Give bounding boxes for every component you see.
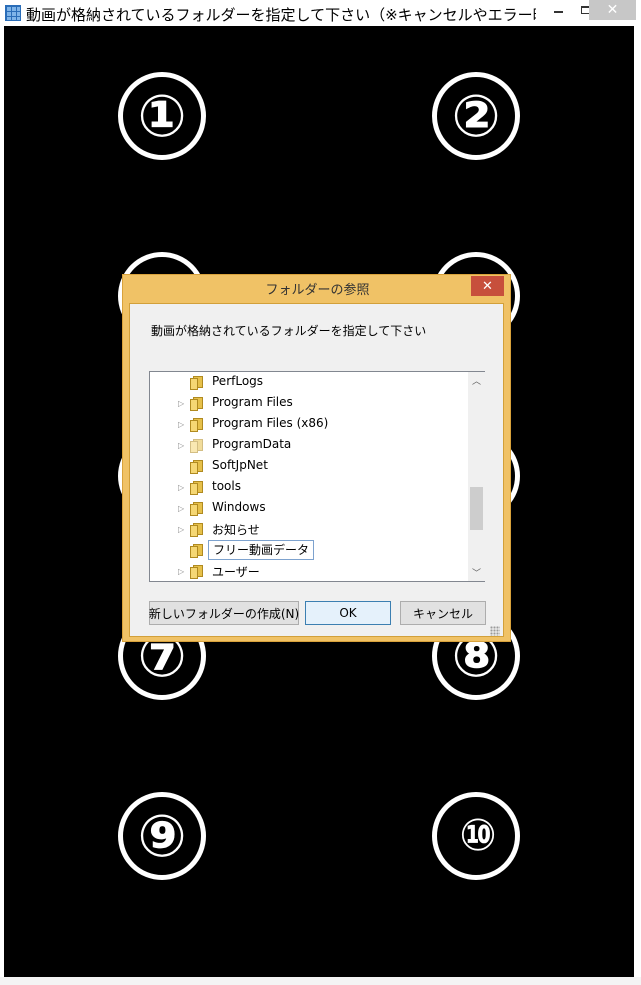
folder-icon xyxy=(190,439,204,453)
tree-item[interactable]: ▷ Program Files (x86) xyxy=(150,414,466,435)
tree-item-selected[interactable]: フリー動画データ xyxy=(150,540,466,561)
tree-item-label: Windows xyxy=(212,500,266,514)
tree-scrollbar[interactable]: ︿ ﹀ xyxy=(468,372,485,581)
tree-item[interactable]: ▷ tools xyxy=(150,477,466,498)
tree-item-label: お知らせ xyxy=(212,523,260,537)
scroll-thumb[interactable] xyxy=(470,487,483,530)
tree-item-label: SoftJpNet xyxy=(212,458,268,472)
window-close-button[interactable]: ✕ xyxy=(589,0,636,20)
dialog-title: フォルダーの参照 xyxy=(265,283,370,298)
dialog-close-button[interactable]: ✕ xyxy=(471,276,504,296)
folder-icon xyxy=(190,565,204,579)
folder-icon xyxy=(190,397,204,411)
window-title: 動画が格納されているフォルダーを指定して下さい（※キャンセルやエラー時は終了）… xyxy=(26,6,536,24)
scroll-up-arrow-icon[interactable]: ︿ xyxy=(468,372,485,389)
folder-icon xyxy=(190,460,204,474)
expand-arrow-icon[interactable]: ▷ xyxy=(178,526,186,534)
minimize-icon xyxy=(554,11,563,13)
app-grid-icon xyxy=(5,5,21,21)
new-folder-button[interactable]: 新しいフォルダーの作成(N) xyxy=(149,601,299,625)
tree-item-label: Program Files (x86) xyxy=(212,416,329,430)
expand-arrow-icon[interactable]: ▷ xyxy=(178,484,186,492)
tree-item-label: PerfLogs xyxy=(212,374,264,388)
tree-item[interactable]: ▷ お知らせ xyxy=(150,519,466,540)
folder-icon xyxy=(190,376,204,390)
circle-9: ⑨ xyxy=(118,792,206,880)
expand-arrow-icon[interactable]: ▷ xyxy=(178,442,186,450)
expand-arrow-icon[interactable]: ▷ xyxy=(178,505,186,513)
resize-grip-icon[interactable] xyxy=(490,626,500,636)
tree-item-label: ユーザー xyxy=(212,565,260,579)
tree-item[interactable]: ▷ ユーザー xyxy=(150,561,466,582)
window-titlebar: 動画が格納されているフォルダーを指定して下さい（※キャンセルやエラー時は終了）…… xyxy=(0,0,641,26)
expand-arrow-icon[interactable]: ▷ xyxy=(178,568,186,576)
scroll-down-arrow-icon[interactable]: ﹀ xyxy=(468,564,485,581)
folder-icon xyxy=(190,523,204,537)
tree-item[interactable]: ▷ Program Files xyxy=(150,393,466,414)
ok-button[interactable]: OK xyxy=(305,601,391,625)
circle-2: ② xyxy=(432,72,520,160)
dialog-prompt: 動画が格納されているフォルダーを指定して下さい xyxy=(151,324,427,338)
folder-icon xyxy=(190,418,204,432)
circle-1: ① xyxy=(118,72,206,160)
expand-arrow-icon[interactable]: ▷ xyxy=(178,400,186,408)
folder-icon xyxy=(190,481,204,495)
cancel-button[interactable]: キャンセル xyxy=(400,601,486,625)
minimize-button[interactable] xyxy=(545,0,572,20)
folder-tree[interactable]: PerfLogs ▷ Program Files ▷ Program Files… xyxy=(149,371,485,582)
tree-item[interactable]: PerfLogs xyxy=(150,372,466,393)
tree-item[interactable]: SoftJpNet xyxy=(150,456,466,477)
tree-item[interactable]: ▷ Windows xyxy=(150,498,466,519)
tree-item-label: Program Files xyxy=(212,395,293,409)
tree-item[interactable]: ▷ ProgramData xyxy=(150,435,466,456)
expand-arrow-icon[interactable]: ▷ xyxy=(178,421,186,429)
folder-icon xyxy=(190,502,204,516)
folder-icon xyxy=(190,544,204,558)
tree-item-label: tools xyxy=(212,479,241,493)
tree-item-label: フリー動画データ xyxy=(208,540,315,560)
tree-item-label: ProgramData xyxy=(212,437,292,451)
window-bottom-frame xyxy=(0,977,641,985)
circle-10: ⑩ xyxy=(432,792,520,880)
